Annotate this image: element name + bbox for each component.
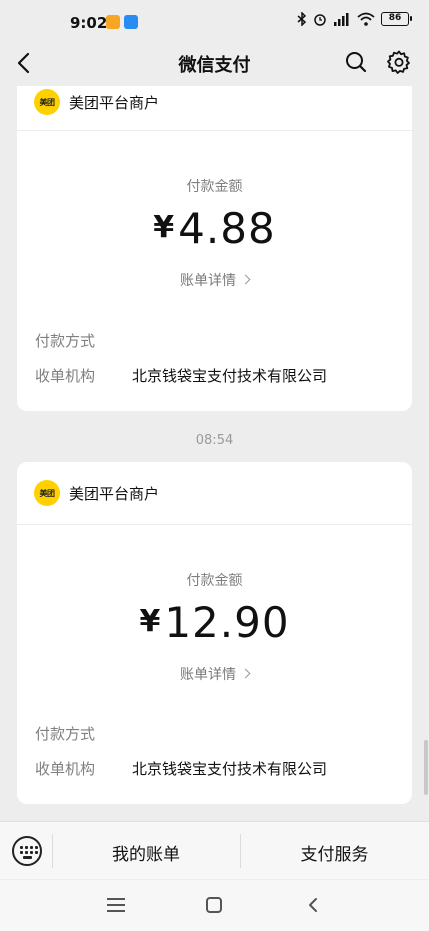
chevron-right-icon <box>240 668 251 679</box>
currency-symbol: ¥ <box>139 604 161 639</box>
amount-label: 付款金额 <box>186 573 243 589</box>
payment-amount: ¥4.88 <box>17 204 412 253</box>
bill-detail-link[interactable]: 账单详情 <box>17 664 412 684</box>
divider <box>17 524 412 525</box>
search-icon[interactable] <box>343 49 369 75</box>
merchant-name: 美团平台商户 <box>69 93 160 112</box>
collector-label: 收单机构 <box>35 760 96 778</box>
wifi-icon <box>357 12 375 26</box>
my-bills-tab[interactable]: 我的账单 <box>52 840 240 865</box>
payment-record-card[interactable]: 美团 美团平台商户 付款金额 ¥12.90 账单详情 付款方式 收单机构 北京钱… <box>17 462 412 804</box>
menu-icon[interactable] <box>107 898 125 912</box>
meituan-logo-icon: 美团 <box>34 89 60 115</box>
merchant-row: 美团 美团平台商户 <box>17 86 412 124</box>
merchant-row: 美团 美团平台商户 <box>17 471 412 515</box>
bill-detail-label: 账单详情 <box>180 273 236 289</box>
amount-label: 付款金额 <box>186 179 243 195</box>
bill-detail-link[interactable]: 账单详情 <box>17 270 412 290</box>
keyboard-icon[interactable] <box>12 836 42 866</box>
home-icon[interactable] <box>206 897 222 913</box>
bluetooth-icon <box>297 12 307 26</box>
merchant-name: 美团平台商户 <box>69 484 160 503</box>
payment-amount: ¥12.90 <box>17 598 412 647</box>
amount-value: 12.90 <box>164 598 290 647</box>
nav-bar: 微信支付 <box>0 40 429 86</box>
amount-value: 4.88 <box>178 204 276 253</box>
chevron-right-icon <box>240 274 251 285</box>
currency-symbol: ¥ <box>153 210 175 245</box>
collector-value: 北京钱袋宝支付技术有限公司 <box>132 367 328 385</box>
payment-record-card[interactable]: 美团 美团平台商户 付款金额 ¥4.88 账单详情 付款方式 收单机构 北京钱袋… <box>17 86 412 411</box>
time-separator: 08:54 <box>195 433 234 448</box>
signal-icon <box>334 13 349 26</box>
payment-services-tab[interactable]: 支付服务 <box>240 840 429 865</box>
status-time: 9:02 <box>70 14 108 32</box>
meituan-logo-icon: 美团 <box>34 480 60 506</box>
system-navigation-bar <box>0 880 429 931</box>
payment-method-label: 付款方式 <box>35 725 96 743</box>
notification-app-icon <box>106 15 120 29</box>
notification-upload-icon <box>124 15 138 29</box>
collector-label: 收单机构 <box>35 367 96 385</box>
collector-value: 北京钱袋宝支付技术有限公司 <box>132 760 328 778</box>
gear-icon[interactable] <box>386 49 412 75</box>
alarm-icon <box>314 14 326 26</box>
battery-indicator: 86 <box>381 12 412 26</box>
back-icon[interactable] <box>306 897 320 913</box>
bill-detail-label: 账单详情 <box>180 667 236 683</box>
divider <box>17 130 412 131</box>
payment-method-label: 付款方式 <box>35 332 96 350</box>
scrollbar[interactable] <box>424 740 428 795</box>
status-indicators: 86 <box>297 12 412 26</box>
bottom-menu-bar: 我的账单 支付服务 <box>0 821 429 879</box>
